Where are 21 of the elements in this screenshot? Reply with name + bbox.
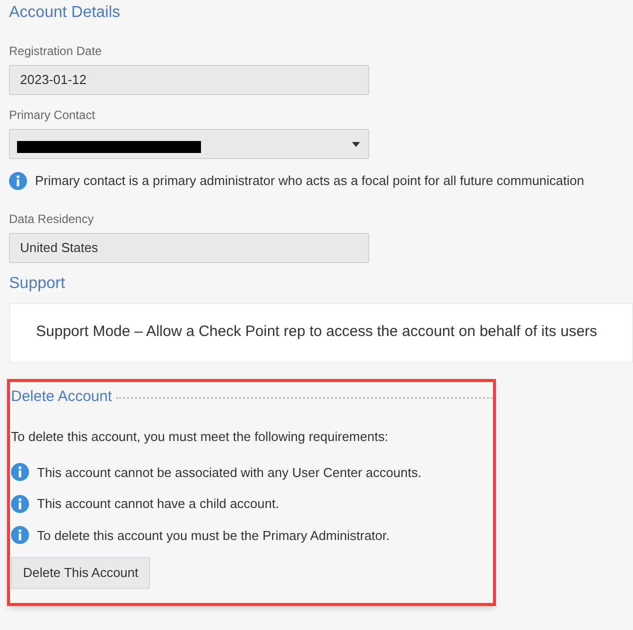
- info-icon: [9, 172, 27, 190]
- field-label: Registration Date: [9, 43, 103, 60]
- select-field[interactable]: [9, 129, 369, 159]
- requirement-text: To delete this account you must be the Primary Administrator.: [37, 526, 390, 545]
- requirement-text: This account cannot be associated with any User Center accounts.: [37, 464, 422, 482]
- info-icon: [11, 494, 29, 513]
- field-label: Data Residency: [9, 210, 95, 228]
- info-icon: [11, 463, 29, 482]
- support-mode-text: Support Mode – Allow a Check Point rep to access the account on behalf of its users: [36, 322, 598, 342]
- section-title: Delete Account: [11, 386, 112, 406]
- field-label: Primary Contact: [9, 107, 96, 124]
- input-field[interactable]: United States: [9, 232, 369, 262]
- section-title: Account Details: [9, 3, 122, 23]
- requirements-intro: To delete this account, you must meet the following requirements:: [11, 428, 390, 446]
- requirement-text: This account cannot have a child account.: [37, 495, 280, 513]
- info-icon: [11, 526, 29, 544]
- input-field[interactable]: 2023-01-12: [9, 65, 369, 95]
- section-title: Support: [9, 274, 66, 294]
- delete-account-button[interactable]: Delete This Account: [11, 557, 150, 589]
- info-text: Primary contact is a primary administrator who acts as a focal point for all future communication: [35, 172, 584, 190]
- caret-icon: [352, 142, 360, 146]
